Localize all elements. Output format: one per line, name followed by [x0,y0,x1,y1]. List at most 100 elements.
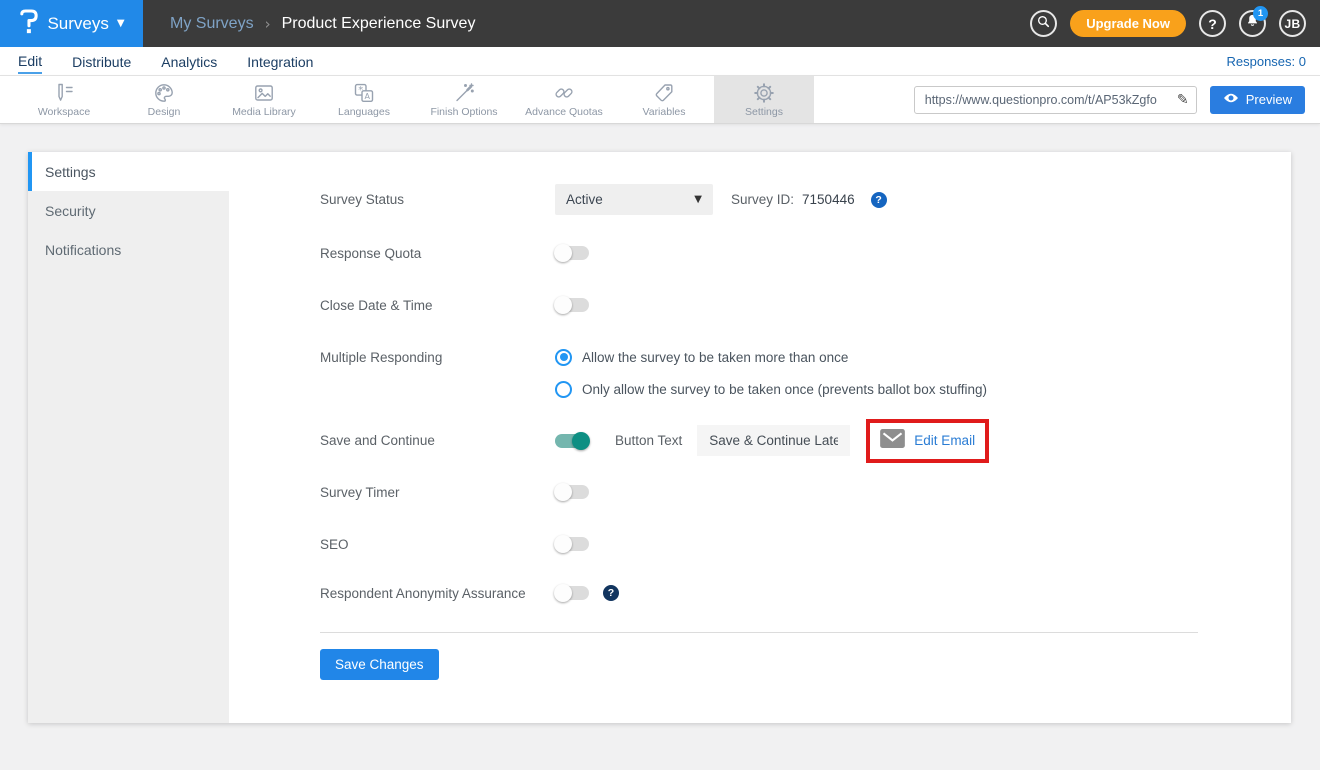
toolbar-item-media-library[interactable]: Media Library [214,76,314,123]
toggle-knob [572,432,590,450]
response-quota-label: Response Quota [320,246,555,261]
radio-option-only-once[interactable]: Only allow the survey to be taken once (… [555,374,987,404]
avatar[interactable]: JB [1279,10,1306,37]
anonymity-label: Respondent Anonymity Assurance [320,586,555,601]
avatar-initials: JB [1285,17,1301,31]
header-actions: Upgrade Now ? 1 JB [1030,10,1320,37]
edit-toolbar: Workspace Design Media Library * A [0,76,1320,124]
survey-nav: Edit Distribute Analytics Integration Re… [0,47,1320,76]
svg-text:A: A [364,92,370,101]
anonymity-toggle[interactable] [555,586,589,600]
settings-sidebar: Settings Security Notifications [28,152,229,723]
search-icon [1036,14,1051,34]
sidebar-item-security[interactable]: Security [28,191,229,230]
survey-status-row: Survey Status Active ▼ Survey ID: 715044… [320,184,887,215]
toolbar-item-workspace[interactable]: Workspace [14,76,114,123]
save-changes-button[interactable]: Save Changes [320,649,439,680]
sidebar-item-notifications[interactable]: Notifications [28,230,229,269]
survey-id-value: 7150446 [802,192,855,207]
toggle-knob [554,244,572,262]
breadcrumb-separator-icon: › [265,15,271,33]
search-button[interactable] [1030,10,1057,37]
toolbar-item-languages[interactable]: * A Languages [314,76,414,123]
survey-status-label: Survey Status [320,192,555,207]
preview-button[interactable]: Preview [1210,86,1305,114]
toggle-knob [554,535,572,553]
seo-toggle[interactable] [555,537,589,551]
breadcrumb-survey-title: Product Experience Survey [282,15,476,33]
multiple-responding-options: Allow the survey to be taken more than o… [555,342,987,404]
seo-label: SEO [320,537,555,552]
close-date-row: Close Date & Time [320,290,589,320]
toolbar-item-finish-options[interactable]: Finish Options [414,76,514,123]
toolbar-right: ✎ Preview [914,76,1320,123]
magic-wand-icon [452,81,476,105]
survey-timer-label: Survey Timer [320,485,555,500]
toggle-knob [554,584,572,602]
design-palette-icon [152,81,176,105]
question-mark-icon: ? [1208,16,1217,32]
survey-timer-row: Survey Timer [320,477,589,507]
toggle-knob [554,296,572,314]
radio-option-once-label: Only allow the survey to be taken once (… [582,382,987,397]
media-library-icon [252,81,276,105]
toggle-knob [554,483,572,501]
preview-label: Preview [1246,92,1292,107]
chevron-down-icon: ▼ [117,18,125,29]
tab-integration[interactable]: Integration [247,50,313,73]
product-switcher[interactable]: Surveys ▼ [0,0,143,47]
gear-icon [752,81,776,105]
sidebar-item-settings[interactable]: Settings [28,152,229,191]
save-and-continue-label: Save and Continue [320,433,555,448]
chevron-down-icon: ▼ [694,194,702,205]
radio-option-allow-multiple[interactable]: Allow the survey to be taken more than o… [555,342,987,372]
chain-links-icon [552,81,576,105]
tag-icon [652,81,676,105]
button-text-input[interactable] [697,425,850,456]
toolbar-item-settings[interactable]: Settings [714,76,814,123]
notification-count-badge: 1 [1253,6,1268,21]
radio-unselected-icon[interactable] [555,381,572,398]
survey-id-help-icon[interactable]: ? [871,192,887,208]
notifications-button[interactable]: 1 [1239,10,1266,37]
workspace-icon [52,81,76,105]
edit-url-pencil-icon[interactable]: ✎ [1170,92,1196,108]
envelope-icon [880,429,905,453]
toolbar-item-design[interactable]: Design [114,76,214,123]
close-date-toggle[interactable] [555,298,589,312]
top-header: Surveys ▼ My Surveys › Product Experienc… [0,0,1320,47]
edit-email-highlight-button[interactable]: Edit Email [866,419,989,463]
multiple-responding-row: Multiple Responding Allow the survey to … [320,342,987,404]
multiple-responding-label: Multiple Responding [320,350,555,365]
anonymity-help-icon[interactable]: ? [603,585,619,601]
tab-analytics[interactable]: Analytics [161,50,217,73]
anonymity-row: Respondent Anonymity Assurance ? [320,578,619,608]
survey-url-field: ✎ [914,86,1197,114]
radio-selected-icon[interactable] [555,349,572,366]
upgrade-now-button[interactable]: Upgrade Now [1070,10,1186,37]
eye-icon [1223,92,1239,107]
survey-url-input[interactable] [915,93,1170,107]
toolbar-item-advance-quotas[interactable]: Advance Quotas [514,76,614,123]
save-and-continue-toggle[interactable] [555,434,589,448]
responses-count: Responses: 0 [1227,54,1320,69]
languages-icon: * A [352,81,376,105]
survey-status-select[interactable]: Active ▼ [555,184,713,215]
survey-id-label: Survey ID: [731,192,794,207]
tab-edit[interactable]: Edit [18,49,42,74]
response-quota-toggle[interactable] [555,246,589,260]
breadcrumb-my-surveys[interactable]: My Surveys [170,15,254,33]
edit-email-label: Edit Email [914,433,975,448]
tab-distribute[interactable]: Distribute [72,50,131,73]
survey-status-value: Active [566,192,603,207]
radio-option-allow-label: Allow the survey to be taken more than o… [582,350,848,365]
questionpro-logo-icon [18,9,39,39]
toolbar-item-variables[interactable]: Variables [614,76,714,123]
form-divider [320,632,1198,633]
breadcrumb: My Surveys › Product Experience Survey [170,15,475,33]
seo-row: SEO [320,529,589,559]
button-text-label: Button Text [615,433,682,448]
close-date-label: Close Date & Time [320,298,555,313]
help-button[interactable]: ? [1199,10,1226,37]
survey-timer-toggle[interactable] [555,485,589,499]
